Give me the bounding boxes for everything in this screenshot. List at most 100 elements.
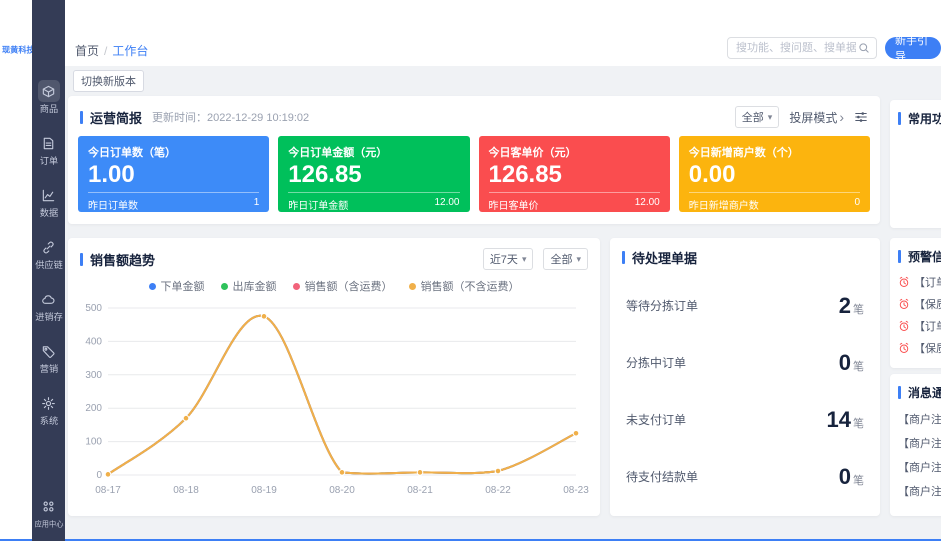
- sidebar-item-label: 供应链: [35, 261, 63, 270]
- sidebar-item-system[interactable]: 系统: [38, 392, 60, 427]
- stat-yesterday-value: 0: [854, 197, 860, 212]
- search-input[interactable]: [734, 41, 858, 55]
- title-accent-bar: [80, 111, 83, 124]
- sidebar-item-label: 营销: [39, 365, 57, 374]
- notice-item[interactable]: 【商户注册】: [890, 479, 941, 503]
- pending-row-unit: 笔: [853, 475, 864, 487]
- pending-row-unit: 笔: [853, 418, 864, 430]
- svg-text:100: 100: [85, 437, 102, 448]
- svg-text:08-23: 08-23: [563, 485, 589, 496]
- notice-item[interactable]: 【商户注册】: [890, 431, 941, 455]
- sidebar-item-inventory[interactable]: 进销存: [34, 288, 64, 323]
- sales-trend-chart: 010020030040050008-1708-1808-1908-2008-2…: [72, 296, 592, 501]
- brief-title: 运营简报: [90, 108, 142, 127]
- message-notice-title: 消息通知: [908, 384, 941, 401]
- sidebar-item-app-center[interactable]: 应用中心: [32, 495, 65, 529]
- alert-item[interactable]: 【订单】: [890, 271, 941, 293]
- message-notice-card: 消息通知 【商户注册】 【商户注册】 【商户注册】 【商户注册】: [890, 374, 941, 516]
- breadcrumb-home[interactable]: 首页: [75, 44, 99, 58]
- stat-value: 0.00: [689, 162, 860, 187]
- pending-row-unit: 笔: [853, 361, 864, 373]
- trend-range-select[interactable]: 近7天 ▾: [483, 248, 534, 270]
- beginner-guide-button[interactable]: 新手引导: [885, 37, 941, 59]
- sidebar-item-marketing[interactable]: 营销: [38, 340, 60, 375]
- legend-dot: [293, 283, 300, 290]
- pending-row-unpaid-settlements: 待支付结款单 0笔: [626, 448, 864, 505]
- stat-title: 今日客单价（元）: [489, 144, 660, 160]
- notice-item[interactable]: 【商户注册】: [890, 407, 941, 431]
- svg-text:08-18: 08-18: [173, 485, 199, 496]
- svg-text:500: 500: [85, 303, 102, 314]
- title-accent-bar: [898, 386, 901, 399]
- chevron-down-icon: ▾: [768, 112, 773, 123]
- pending-row-value: 0笔: [839, 464, 864, 490]
- pending-row-unpaid-orders: 未支付订单 14笔: [626, 391, 864, 448]
- chevron-down-icon: ▾: [522, 254, 527, 265]
- common-functions-card: 常用功能: [890, 100, 941, 228]
- switch-version-button[interactable]: 切换新版本: [73, 70, 144, 92]
- sidebar-item-orders[interactable]: 订单: [38, 132, 60, 167]
- title-accent-bar: [80, 253, 83, 266]
- alert-item[interactable]: 【保质期: [890, 293, 941, 315]
- legend-label: 出库金额: [233, 278, 277, 294]
- legend-dot: [149, 283, 156, 290]
- brief-scope-select[interactable]: 全部 ▾: [735, 106, 780, 128]
- alert-item-text: 【保质期: [914, 340, 941, 356]
- app-logo: 现黄科技: [2, 44, 35, 56]
- notice-item[interactable]: 【商户注册】: [890, 455, 941, 479]
- sidebar-item-data[interactable]: 数据: [38, 184, 60, 219]
- breadcrumb: 首页/工作台: [75, 42, 148, 59]
- box-icon: [38, 80, 60, 102]
- marketing-tag-icon: [38, 340, 60, 362]
- brief-scope-select-value: 全部: [742, 109, 764, 125]
- pending-row-value: 0笔: [839, 350, 864, 376]
- svg-text:08-19: 08-19: [251, 485, 277, 496]
- sidebar-item-label: 系统: [39, 417, 57, 426]
- alarm-clock-icon: [898, 342, 910, 354]
- alert-item-text: 【订单】: [914, 318, 941, 334]
- sidebar-item-goods[interactable]: 商品: [38, 80, 60, 115]
- legend-item-outbound-amount[interactable]: 出库金额: [221, 278, 277, 294]
- legend-item-order-amount[interactable]: 下单金额: [149, 278, 205, 294]
- legend-item-sales-with-shipping[interactable]: 销售额（含运费）: [293, 278, 393, 294]
- stat-yesterday-label: 昨日客单价: [489, 197, 539, 212]
- inventory-cloud-icon: [38, 288, 60, 310]
- pending-row-value: 14笔: [827, 407, 864, 433]
- filter-icon[interactable]: [854, 110, 868, 124]
- cast-mode-button[interactable]: 投屏模式 ›: [789, 109, 844, 126]
- stat-title: 今日订单数（笔）: [88, 144, 259, 160]
- breadcrumb-current[interactable]: 工作台: [112, 44, 148, 58]
- sidebar-item-supply-chain[interactable]: 供应链: [34, 236, 64, 271]
- alert-info-card: 预警信息 【订单】 【保质期 【订单】 【保质期: [890, 238, 941, 368]
- alarm-clock-icon: [898, 298, 910, 310]
- stat-value: 126.85: [489, 162, 660, 187]
- pending-title: 待处理单据: [632, 248, 697, 267]
- stat-card-row: 今日订单数（笔） 1.00 昨日订单数 1 今日订单金额（元） 126.85 昨…: [68, 136, 880, 212]
- alert-item[interactable]: 【订单】: [890, 315, 941, 337]
- sidebar-item-label: 订单: [39, 157, 57, 166]
- trend-scope-select[interactable]: 全部 ▾: [543, 248, 588, 270]
- stat-card-today-orders: 今日订单数（笔） 1.00 昨日订单数 1: [78, 136, 269, 212]
- operation-brief-card: 运营简报 更新时间：2022-12-29 10:19:02 全部 ▾ 投屏模式 …: [68, 96, 880, 224]
- stat-card-today-avg-price: 今日客单价（元） 126.85 昨日客单价 12.00: [479, 136, 670, 212]
- chevron-down-icon: ▾: [576, 254, 581, 265]
- supply-chain-link-icon: [38, 236, 60, 258]
- data-chart-icon: [38, 184, 60, 206]
- pending-row-label: 等待分拣订单: [626, 297, 698, 314]
- svg-text:200: 200: [85, 403, 102, 414]
- stat-value: 126.85: [288, 162, 459, 187]
- svg-text:08-21: 08-21: [407, 485, 433, 496]
- alarm-clock-icon: [898, 320, 910, 332]
- order-file-icon: [38, 132, 60, 154]
- trend-scope-select-value: 全部: [550, 251, 572, 267]
- stat-yesterday-label: 昨日新增商户数: [689, 197, 759, 212]
- legend-item-sales-without-shipping[interactable]: 销售额（不含运费）: [409, 278, 520, 294]
- alert-item[interactable]: 【保质期: [890, 337, 941, 359]
- sidebar-item-label: 进销存: [35, 313, 63, 322]
- common-functions-title: 常用功能: [908, 110, 941, 127]
- svg-text:0: 0: [96, 470, 102, 481]
- search-icon[interactable]: [858, 42, 870, 54]
- legend-dot: [221, 283, 228, 290]
- system-gear-icon: [38, 392, 60, 414]
- pending-row-label: 待支付结款单: [626, 468, 698, 485]
